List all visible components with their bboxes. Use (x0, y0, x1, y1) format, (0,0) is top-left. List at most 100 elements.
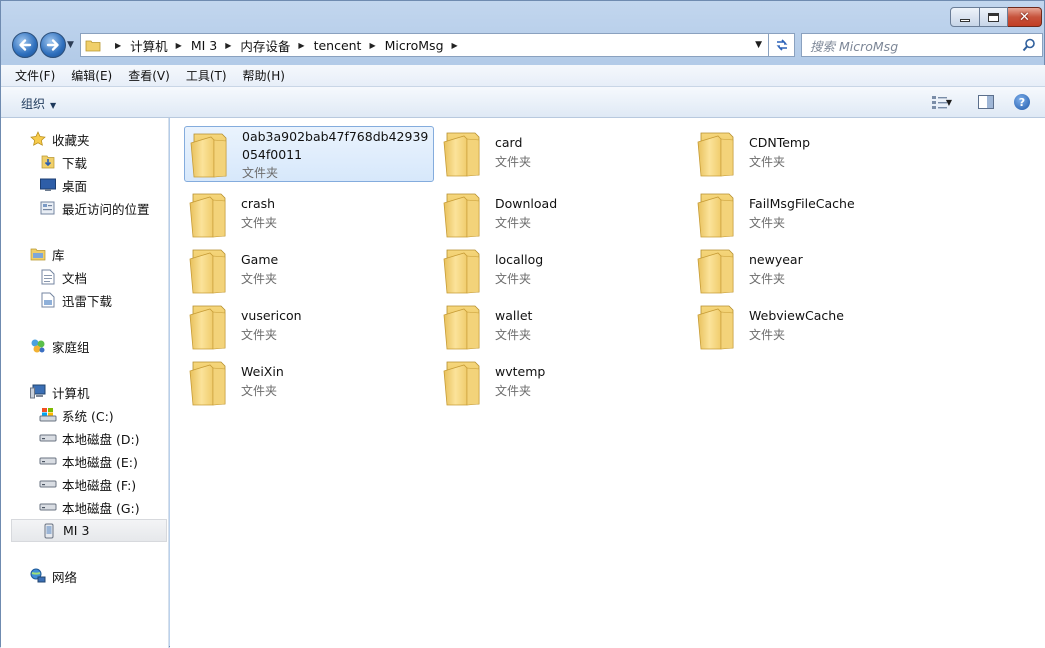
nav-homegroup[interactable]: 家庭组 (29, 336, 90, 356)
folder-item[interactable]: WebviewCache 文件夹 (692, 299, 942, 355)
folder-icon (695, 130, 743, 178)
breadcrumb-separator-icon[interactable]: ▶ (225, 41, 231, 50)
folder-item[interactable]: FailMsgFileCache 文件夹 (692, 187, 942, 243)
nav-computer[interactable]: 计算机 (29, 382, 90, 402)
folder-type: 文件夹 (749, 272, 786, 286)
nav-label: 本地磁盘 (E:) (62, 454, 138, 470)
folder-name: crash (241, 196, 276, 211)
breadcrumb-item[interactable]: MI 3 (191, 38, 217, 53)
breadcrumb-separator-icon[interactable]: ▶ (176, 41, 182, 50)
nav-mi3[interactable]: MI 3 (11, 519, 167, 542)
folder-type: 文件夹 (495, 155, 532, 169)
help-button[interactable]: ? (1012, 93, 1032, 111)
menu-tools[interactable]: 工具(T) (178, 67, 235, 84)
nav-network[interactable]: 网络 (29, 566, 77, 586)
folder-item[interactable]: Game 文件夹 (184, 243, 434, 299)
breadcrumb-item[interactable]: 内存设备 (240, 36, 290, 55)
folder-name: newyear (749, 252, 803, 267)
nav-drive-e[interactable]: 本地磁盘 (E:) (39, 451, 138, 471)
homegroup-icon (29, 338, 47, 354)
folder-type: 文件夹 (241, 272, 278, 286)
nav-drive-g[interactable]: 本地磁盘 (G:) (39, 497, 140, 517)
address-dropdown-icon[interactable]: ▼ (755, 40, 762, 50)
close-icon: ✕ (1019, 9, 1030, 25)
back-button[interactable] (12, 32, 38, 58)
folder-icon (441, 303, 489, 351)
refresh-button[interactable] (769, 33, 795, 57)
breadcrumb-separator-icon[interactable]: ▶ (298, 41, 304, 50)
menu-help[interactable]: 帮助(H) (235, 67, 293, 84)
folder-item[interactable]: WeiXin 文件夹 (184, 355, 434, 411)
star-icon (29, 131, 47, 147)
downloads-folder-icon (39, 154, 57, 170)
nav-label: 计算机 (52, 385, 90, 401)
menu-bar: 文件(F) 编辑(E) 查看(V) 工具(T) 帮助(H) (1, 65, 1045, 87)
folder-type: 文件夹 (241, 328, 278, 342)
folder-item[interactable]: Download 文件夹 (438, 187, 688, 243)
breadcrumb-item[interactable]: 计算机 (130, 36, 168, 55)
nav-label: MI 3 (63, 523, 90, 538)
folder-item[interactable]: wallet 文件夹 (438, 299, 688, 355)
nav-desktop[interactable]: 桌面 (39, 175, 87, 195)
breadcrumb-separator-icon[interactable]: ▶ (369, 41, 375, 50)
forward-button[interactable] (40, 32, 66, 58)
search-icon[interactable] (1022, 38, 1036, 52)
breadcrumb-separator-icon[interactable]: ▶ (452, 41, 458, 50)
nav-label: 最近访问的位置 (62, 201, 150, 217)
download-library-icon (39, 292, 57, 308)
nav-downloads[interactable]: 下载 (39, 152, 87, 172)
nav-drive-d[interactable]: 本地磁盘 (D:) (39, 428, 140, 448)
nav-thunder-downloads[interactable]: 迅雷下载 (39, 290, 112, 310)
folder-icon (188, 131, 236, 179)
folder-icon (441, 130, 489, 178)
maximize-button[interactable] (980, 7, 1008, 27)
folder-item[interactable]: newyear 文件夹 (692, 243, 942, 299)
organize-button[interactable]: 组织 ▼ (21, 95, 56, 112)
breadcrumb-item[interactable]: MicroMsg (385, 38, 444, 53)
address-bar[interactable]: ▶ 计算机 ▶ MI 3 ▶ 内存设备 ▶ tencent ▶ MicroMsg… (80, 33, 769, 57)
close-button[interactable]: ✕ (1008, 7, 1042, 27)
nav-libraries[interactable]: 库 (29, 244, 65, 264)
preview-pane-button[interactable] (976, 93, 996, 111)
navigation-pane: 收藏夹 下载 桌面 最近访问的位置 库 文档 迅雷下载 家庭组 计算机 系统 (… (1, 118, 169, 648)
folder-item[interactable]: vusericon 文件夹 (184, 299, 434, 355)
folder-item[interactable]: locallog 文件夹 (438, 243, 688, 299)
menu-edit[interactable]: 编辑(E) (63, 67, 120, 84)
folder-icon (695, 303, 743, 351)
arrow-left-icon (19, 39, 32, 51)
folder-icon (187, 191, 235, 239)
chevron-down-icon: ▼ (50, 101, 57, 110)
search-input[interactable]: 搜索 MicroMsg (801, 33, 1043, 57)
search-placeholder: 搜索 MicroMsg (810, 38, 899, 54)
nav-label: 桌面 (62, 178, 88, 194)
folder-icon (85, 40, 101, 51)
maximize-icon (988, 12, 999, 22)
view-dropdown-icon[interactable]: ▼ (946, 98, 952, 107)
folder-type: 文件夹 (495, 272, 532, 286)
help-icon: ? (1014, 94, 1030, 110)
menu-file[interactable]: 文件(F) (7, 67, 63, 84)
folder-item[interactable]: wvtemp 文件夹 (438, 355, 688, 411)
nav-drive-f[interactable]: 本地磁盘 (F:) (39, 474, 136, 494)
minimize-button[interactable] (950, 7, 980, 27)
nav-label: 系统 (C:) (62, 408, 114, 424)
folder-item[interactable]: card 文件夹 (438, 126, 688, 182)
folder-type: 文件夹 (495, 216, 532, 230)
recent-pages-dropdown[interactable]: ▼ (67, 40, 74, 50)
breadcrumb-separator-icon[interactable]: ▶ (115, 41, 121, 50)
folder-item[interactable]: 0ab3a902bab47f768db42939054f0011 文件夹 (184, 126, 434, 182)
minimize-icon (960, 18, 970, 22)
menu-view[interactable]: 查看(V) (120, 67, 178, 84)
command-bar: 组织 ▼ ▼ ? (1, 87, 1045, 118)
nav-drive-c[interactable]: 系统 (C:) (39, 405, 114, 425)
folder-item[interactable]: CDNTemp 文件夹 (692, 126, 942, 182)
folder-item[interactable]: crash 文件夹 (184, 187, 434, 243)
folder-type: 文件夹 (242, 166, 279, 180)
nav-documents[interactable]: 文档 (39, 267, 87, 287)
folder-icon (441, 359, 489, 407)
breadcrumb-item[interactable]: tencent (314, 38, 362, 53)
nav-label: 库 (52, 247, 65, 263)
nav-favorites[interactable]: 收藏夹 (29, 129, 90, 149)
folder-icon (441, 191, 489, 239)
nav-recent-places[interactable]: 最近访问的位置 (39, 198, 150, 218)
